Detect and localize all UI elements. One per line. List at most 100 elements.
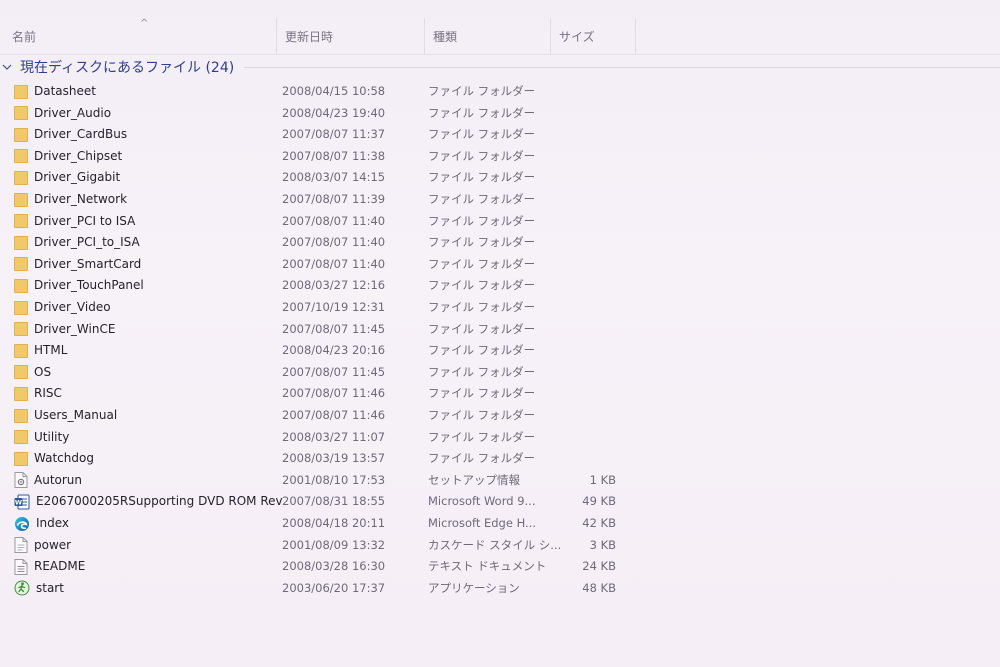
word-document-icon: W	[14, 494, 30, 510]
chevron-down-icon[interactable]	[2, 61, 16, 74]
file-size	[560, 362, 616, 383]
file-row[interactable]: Driver_WinCE 2007/08/07 11:45 ファイル フォルダー	[0, 319, 1000, 340]
file-name-cell[interactable]: Datasheet	[14, 81, 270, 102]
file-row[interactable]: Index 2008/04/18 20:11 Microsoft Edge H...…	[0, 513, 1000, 534]
file-name-cell[interactable]: Driver_Video	[14, 297, 270, 318]
file-modified-date: 2007/08/07 11:45	[282, 321, 386, 336]
file-name: Datasheet	[34, 84, 96, 98]
file-name-cell[interactable]: Driver_SmartCard	[14, 254, 270, 275]
file-row[interactable]: power 2001/08/09 13:32 カスケード スタイル シ... 3 KB	[0, 535, 1000, 556]
file-row[interactable]: Driver_PCI to ISA 2007/08/07 11:40 ファイル フォ…	[0, 211, 1000, 232]
file-modified-date: 2008/04/18 20:11	[282, 516, 386, 530]
file-size	[560, 232, 616, 253]
file-name-cell[interactable]: Watchdog	[14, 448, 270, 469]
file-row[interactable]: Driver_Network 2007/08/07 11:39 ファイル フォルダー	[0, 189, 1000, 210]
file-name-cell[interactable]: Driver_Gigabit	[14, 167, 270, 188]
file-name-cell[interactable]: HTML	[14, 340, 270, 361]
column-header-name-label: 名前	[12, 29, 37, 44]
file-row[interactable]: Watchdog 2008/03/19 13:57 ファイル フォルダー	[0, 448, 1000, 469]
file-size	[560, 254, 616, 275]
file-modified-date: 2007/10/19 12:31	[282, 300, 386, 314]
file-modified-date: 2008/03/27 12:16	[282, 278, 386, 293]
file-modified-date: 2003/06/20 17:37	[282, 580, 386, 595]
file-name-cell[interactable]: Autorun	[14, 470, 270, 491]
file-modified-date: 2007/08/31 18:55	[282, 494, 386, 509]
file-name: Users_Manual	[34, 408, 118, 422]
file-name-cell[interactable]: W E2067000205RSupporting DVD ROM Rev	[14, 491, 283, 512]
folder-icon	[14, 127, 28, 142]
file-name: Driver_CardBus	[34, 127, 128, 142]
column-header-type[interactable]: 種類	[424, 18, 550, 54]
column-header-name[interactable]: 名前 ^	[4, 18, 274, 54]
file-name: E2067000205RSupporting DVD ROM Rev	[36, 494, 283, 509]
file-modified-date: 2007/08/07 11:40	[282, 256, 386, 271]
file-type: テキスト ドキュメント	[428, 559, 547, 574]
file-name-cell[interactable]: RISC	[14, 383, 270, 404]
file-size	[560, 189, 616, 210]
file-row[interactable]: Driver_SmartCard 2007/08/07 11:40 ファイル フォル…	[0, 254, 1000, 275]
file-name: power	[34, 537, 72, 552]
file-row[interactable]: Autorun 2001/08/10 17:53 セットアップ情報 1 KB	[0, 470, 1000, 491]
file-modified-date: 2008/04/23 20:16	[282, 343, 386, 358]
file-row[interactable]: Driver_PCI_to_ISA 2007/08/07 11:40 ファイル フォ…	[0, 232, 1000, 253]
file-row[interactable]: Driver_TouchPanel 2008/03/27 12:16 ファイル フォ…	[0, 275, 1000, 296]
stylesheet-file-icon	[14, 537, 28, 554]
file-size	[560, 297, 616, 318]
file-row[interactable]: Driver_Video 2007/10/19 12:31 ファイル フォルダー	[0, 297, 1000, 318]
file-modified-date: 2007/08/07 11:46	[282, 386, 386, 401]
file-type: ファイル フォルダー	[428, 235, 536, 250]
file-name-cell[interactable]: Utility	[14, 427, 270, 448]
file-row[interactable]: Users_Manual 2007/08/07 11:46 ファイル フォルダー	[0, 405, 1000, 426]
file-row[interactable]: Driver_Gigabit 2008/03/07 14:15 ファイル フォルダー	[0, 167, 1000, 188]
column-header-type-label: 種類	[433, 29, 458, 44]
file-size: 48 KB	[582, 580, 616, 595]
file-size: 24 KB	[582, 559, 616, 574]
file-row[interactable]: Utility 2008/03/27 11:07 ファイル フォルダー	[0, 427, 1000, 448]
file-type: ファイル フォルダー	[428, 321, 536, 336]
file-name: Driver_Audio	[34, 105, 112, 120]
file-row[interactable]: start 2003/06/20 17:37 アプリケーション 48 KB	[0, 578, 1000, 599]
file-name-cell[interactable]: Users_Manual	[14, 405, 270, 426]
file-name-cell[interactable]: OS	[14, 362, 270, 383]
folder-icon	[14, 192, 28, 207]
file-type: ファイル フォルダー	[428, 256, 536, 271]
file-size	[560, 103, 616, 124]
file-name: Index	[36, 516, 70, 530]
file-name-cell[interactable]: Driver_WinCE	[14, 319, 270, 340]
file-row[interactable]: Driver_Chipset 2007/08/07 11:38 ファイル フォルダー	[0, 146, 1000, 167]
file-name: Driver_SmartCard	[34, 256, 142, 271]
column-header-size-label: サイズ	[559, 29, 595, 44]
file-name-cell[interactable]: start	[14, 578, 270, 599]
file-name-cell[interactable]: Driver_Chipset	[14, 146, 270, 167]
file-name-cell[interactable]: Index	[14, 513, 270, 534]
file-name-cell[interactable]: Driver_Audio	[14, 103, 270, 124]
file-type: ファイル フォルダー	[428, 429, 536, 444]
file-name-cell[interactable]: power	[14, 535, 270, 556]
group-header[interactable]: 現在ディスクにあるファイル (24)	[0, 56, 1000, 78]
folder-icon	[14, 322, 28, 337]
file-name: Driver_TouchPanel	[34, 278, 144, 293]
file-row[interactable]: README 2008/03/28 16:30 テキスト ドキュメント 24 KB	[0, 556, 1000, 577]
column-header-date[interactable]: 更新日時	[276, 18, 424, 54]
file-row[interactable]: OS 2007/08/07 11:45 ファイル フォルダー	[0, 362, 1000, 383]
file-row[interactable]: Driver_CardBus 2007/08/07 11:37 ファイル フォルダー	[0, 124, 1000, 145]
file-name-cell[interactable]: README	[14, 556, 270, 577]
file-row[interactable]: HTML 2008/04/23 20:16 ファイル フォルダー	[0, 340, 1000, 361]
folder-icon	[14, 343, 28, 358]
file-row[interactable]: RISC 2007/08/07 11:46 ファイル フォルダー	[0, 383, 1000, 404]
column-header-size[interactable]: サイズ	[550, 18, 636, 54]
file-size	[560, 81, 616, 102]
file-row[interactable]: Datasheet 2008/04/15 10:58 ファイル フォルダー	[0, 81, 1000, 102]
file-name-cell[interactable]: Driver_Network	[14, 189, 270, 210]
file-modified-date: 2007/08/07 11:40	[282, 235, 386, 250]
file-name-cell[interactable]: Driver_CardBus	[14, 124, 270, 145]
file-row[interactable]: Driver_Audio 2008/04/23 19:40 ファイル フォルダー	[0, 103, 1000, 124]
file-size	[560, 124, 616, 145]
file-name: Driver_Chipset	[34, 148, 123, 163]
file-type: ファイル フォルダー	[428, 84, 536, 98]
file-row[interactable]: W E2067000205RSupporting DVD ROM Rev 2007/…	[0, 491, 1000, 512]
file-name-cell[interactable]: Driver_PCI to ISA	[14, 211, 270, 232]
folder-icon	[14, 386, 28, 401]
file-name-cell[interactable]: Driver_TouchPanel	[14, 275, 270, 296]
file-name-cell[interactable]: Driver_PCI_to_ISA	[14, 232, 270, 253]
